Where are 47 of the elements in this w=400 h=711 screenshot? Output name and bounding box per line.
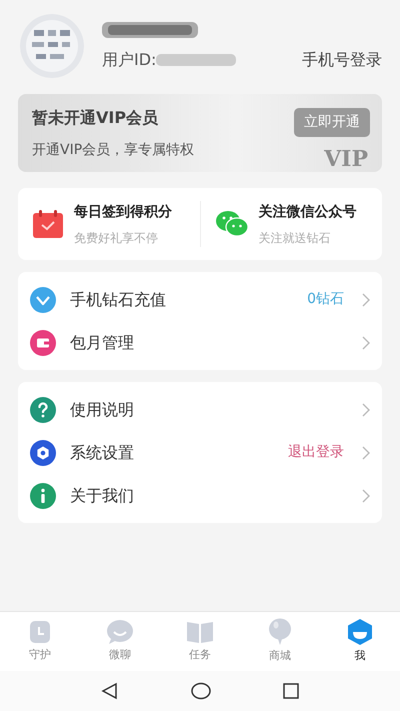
menu-value: 0钻石 (307, 290, 344, 309)
back-icon[interactable] (101, 682, 119, 700)
watch-icon (27, 619, 53, 646)
tab[interactable]: 我 (320, 612, 400, 671)
user-id-label: 用户ID: (102, 49, 156, 71)
tab[interactable]: 微聊 (80, 612, 160, 671)
menu-row[interactable]: 系统设置 退出登录 (18, 431, 382, 474)
chat-bubble-icon (106, 619, 134, 646)
promo-item[interactable]: 关注微信公众号 关注就送钻石 (200, 202, 382, 246)
vip-watermark: VIP (324, 148, 368, 170)
chevron-right-icon (362, 292, 370, 306)
balloon-icon (268, 618, 292, 646)
chevron-right-icon (362, 402, 370, 416)
info-icon (30, 482, 56, 508)
vip-title: 暂未开通VIP会员 (32, 106, 160, 128)
menu-label: 使用说明 (70, 398, 135, 420)
wechat-icon (214, 210, 248, 238)
promo-item[interactable]: 每日签到得积分 免费好礼享不停 (18, 202, 200, 246)
home-icon[interactable] (191, 682, 211, 700)
menu-label: 系统设置 (70, 442, 135, 464)
menu-row[interactable]: 关于我们 (18, 474, 382, 517)
wallet-icon (30, 330, 56, 356)
tab[interactable]: 任务 (160, 612, 240, 671)
vip-subtitle: 开通VIP会员，享专属特权 (32, 140, 194, 160)
menu-row[interactable]: 手机钻石充值 0钻石 (18, 278, 382, 321)
menu-label: 手机钻石充值 (70, 288, 167, 310)
settings-icon (30, 440, 56, 466)
chevron-right-icon (362, 446, 370, 460)
book-icon (186, 619, 214, 646)
phone-login-link[interactable]: 手机号登录 (302, 48, 382, 72)
question-icon (30, 396, 56, 422)
menu-row[interactable]: 使用说明 (18, 388, 382, 431)
tab[interactable]: 守护 (0, 612, 80, 671)
promo-subtitle: 关注就送钻石 (258, 230, 332, 246)
menu-row[interactable]: 包月管理 (18, 321, 382, 364)
recents-icon[interactable] (283, 683, 299, 699)
calendar-icon (32, 209, 64, 239)
menu-value: 退出登录 (288, 443, 344, 462)
menu-label: 关于我们 (70, 484, 135, 506)
promo-title: 每日签到得积分 (74, 202, 172, 222)
tab[interactable]: 商城 (240, 612, 320, 671)
chevron-right-icon (362, 488, 370, 502)
menu-label: 包月管理 (70, 332, 135, 354)
promo-title: 关注微信公众号 (258, 202, 356, 222)
profile-face-icon (346, 618, 374, 646)
chevron-right-icon (362, 336, 370, 350)
promo-subtitle: 免费好礼享不停 (74, 230, 159, 246)
